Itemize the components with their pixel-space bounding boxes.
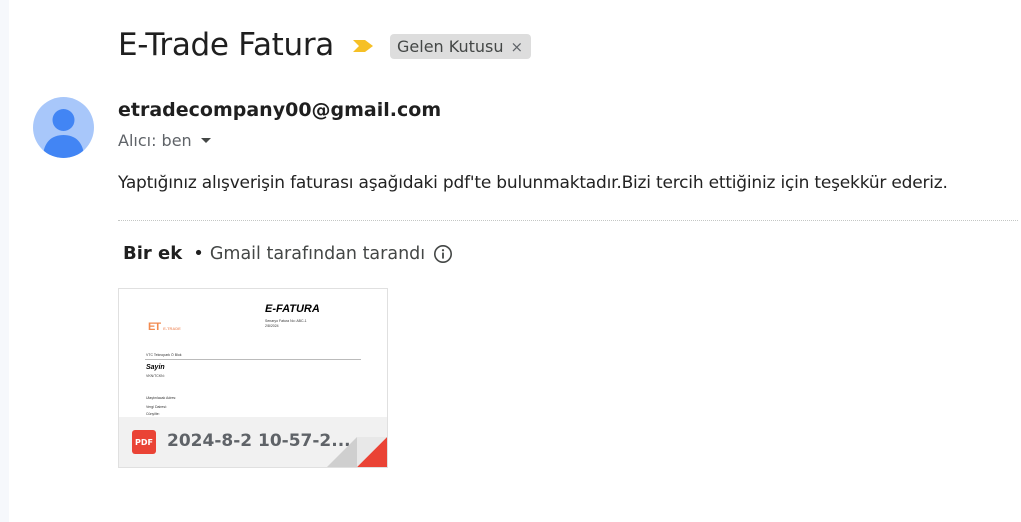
preview-logo-mark: ET [148,321,161,333]
bullet-separator: • [193,243,204,264]
label-chip-text: Gelen Kutusu [397,37,504,56]
attachment-card[interactable]: E-FATURA Senaryo Fatura No: ABC-1 2/8/20… [118,288,388,468]
preview-logo: ET E-TRADE [148,321,181,333]
left-rail [0,0,9,522]
important-marker-icon[interactable] [352,38,374,54]
info-icon[interactable] [433,244,453,264]
attachments-header: Bir ek • Gmail tarafından tarandı [123,243,453,264]
preview-field-1: Ulaştırılacak Adres: [146,396,177,400]
pdf-file-icon: PDF [132,430,156,454]
sender-email[interactable]: etradecompany00@gmail.com [118,99,441,121]
preview-meta: Senaryo Fatura No: ABC-1 2/8/2024 [265,319,307,329]
attachment-preview[interactable]: E-FATURA Senaryo Fatura No: ABC-1 2/8/20… [119,289,387,417]
email-body: Yaptığınız alışverişin faturası aşağıdak… [118,173,948,193]
preview-field-3: Cünyilte: [146,412,160,416]
show-details-dropdown-icon[interactable] [200,138,211,143]
preview-greeting-sub: VKN/TCKN: [146,374,165,378]
preview-title: E-FATURA [265,303,320,315]
recipient-line: Alıcı: ben [118,131,211,150]
scan-status: Gmail tarafından tarandı [209,243,426,264]
preview-field-2: Vergi Dairesi: [146,405,167,409]
preview-meta-line2: 2/8/2024 [265,324,279,328]
page-fold-corner-icon [327,437,387,467]
preview-greeting: Sayin [146,364,165,371]
remove-label-icon[interactable]: × [510,38,523,56]
recipient-text: Alıcı: ben [118,131,192,150]
preview-section: VTC Teknopark Ö Blok [146,353,182,357]
preview-logo-sub: E-TRADE [163,326,181,331]
label-chip-inbox[interactable]: Gelen Kutusu × [390,34,532,59]
person-icon [43,109,84,158]
preview-rule [145,359,361,360]
attachment-filename[interactable]: 2024-8-2 10-57-2... [167,431,351,451]
email-subject: E-Trade Fatura [118,27,334,63]
attachment-count: Bir ek [123,243,183,264]
attachments-divider [118,220,1018,221]
sender-avatar[interactable] [33,97,94,158]
